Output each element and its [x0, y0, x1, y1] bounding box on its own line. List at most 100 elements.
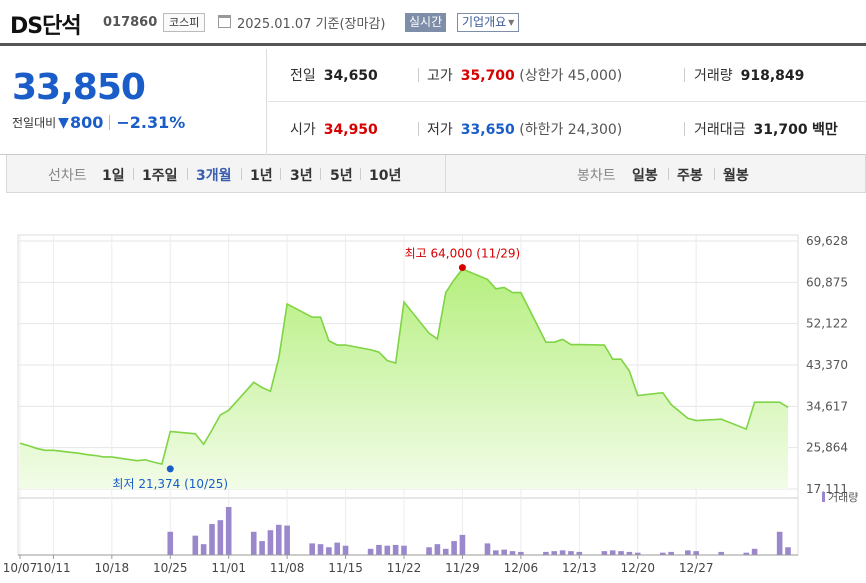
volume-bar — [209, 524, 215, 555]
tab-1week[interactable]: 1주일 — [142, 165, 178, 185]
x-tick-label: 10/07 — [3, 561, 38, 575]
volume-bar — [250, 531, 257, 555]
prev-close-label: 전일 — [290, 68, 316, 84]
tab-separator — [187, 168, 188, 180]
volume-bar — [618, 551, 624, 555]
stock-name: DS단석 — [10, 14, 82, 39]
volume-value: 918,849 — [740, 68, 805, 84]
change-row: 전일대비 ▼ 800 −2.31% — [12, 113, 185, 132]
realtime-button[interactable]: 실시간 — [405, 13, 447, 32]
min-label: 최저 21,374 (10/25) — [112, 477, 228, 491]
low-value: 33,650 — [460, 122, 515, 138]
y-tick-label: 60,875 — [806, 275, 848, 289]
volume-bar — [493, 550, 499, 555]
company-overview-button[interactable]: 기업개요 ▼ — [457, 13, 520, 32]
low-price: 저가 33,650 (하한가 24,300) — [427, 119, 622, 139]
volume-legend-label: 거래량 — [828, 491, 858, 504]
y-tick-label: 43,370 — [806, 358, 848, 372]
change-value: 800 — [69, 113, 104, 132]
reference-date: 2025.01.07 기준(장마감) — [237, 17, 386, 32]
volume-bar — [275, 524, 282, 555]
tab-1day[interactable]: 1일 — [102, 165, 125, 185]
volume-bar — [334, 542, 341, 555]
change-separator — [109, 115, 111, 130]
volume-bar — [785, 547, 791, 555]
volume-bar — [284, 525, 290, 555]
candle-chart-label: 봉차트 — [577, 168, 616, 184]
volume-bar — [376, 544, 382, 555]
low-label: 저가 — [427, 122, 453, 138]
stock-header: DS단석 017860 코스피 2025.01.07 기준(장마감) 실시간 기… — [0, 0, 866, 46]
prev-close-value: 34,650 — [323, 68, 378, 84]
tab-monthly-candle[interactable]: 월봉 — [723, 165, 749, 185]
volume-bar — [501, 549, 507, 555]
volume-bar — [326, 547, 332, 555]
y-tick-label: 25,864 — [806, 441, 848, 455]
lower-limit: (하한가 24,300) — [519, 122, 623, 138]
volume-bar — [167, 531, 174, 555]
volume-label: 거래량 — [694, 68, 733, 84]
high-price: 고가 35,700 (상한가 45,000) — [427, 65, 622, 85]
tab-weekly-candle[interactable]: 주봉 — [677, 165, 703, 185]
amount-value: 31,700 — [753, 122, 808, 138]
tab-separator — [133, 168, 134, 180]
x-tick-label: 12/20 — [620, 561, 655, 575]
volume-bar — [225, 507, 232, 555]
volume-bar — [751, 548, 758, 555]
volume-bar — [568, 551, 574, 555]
y-tick-label: 52,122 — [806, 317, 848, 331]
volume-bar — [267, 530, 274, 555]
tab-1year[interactable]: 1년 — [250, 165, 273, 185]
high-value: 35,700 — [460, 68, 515, 84]
volume-bar — [601, 551, 608, 555]
separator — [418, 122, 419, 136]
x-tick-label: 12/06 — [504, 561, 539, 575]
upper-limit: (상한가 45,000) — [519, 68, 623, 84]
line-chart-label: 선차트 — [48, 168, 87, 184]
x-tick-label: 11/08 — [270, 561, 305, 575]
max-point — [458, 264, 466, 272]
volume-bar — [367, 548, 374, 555]
volume-bar — [559, 550, 566, 555]
min-point — [166, 465, 174, 473]
market-badge: 코스피 — [163, 13, 206, 32]
volume-bar — [609, 550, 616, 555]
separator — [684, 68, 685, 82]
volume-bar — [401, 545, 407, 555]
tab-3year[interactable]: 3년 — [290, 165, 313, 185]
volume-legend-swatch — [822, 492, 825, 502]
tab-separator — [714, 168, 715, 180]
amount-unit: 백만 — [812, 122, 838, 138]
change-rate: −2.31% — [116, 113, 186, 132]
tab-separator — [320, 168, 321, 180]
x-tick-label: 11/22 — [387, 561, 422, 575]
volume-bar — [459, 534, 466, 555]
prev-close: 전일 34,650 — [290, 65, 378, 85]
x-tick-label: 11/29 — [445, 561, 480, 575]
trade-amount: 거래대금 31,700 백만 — [694, 119, 838, 139]
tab-5year[interactable]: 5년 — [330, 165, 353, 185]
volume-bar — [342, 545, 349, 555]
max-label: 최고 64,000 (11/29) — [405, 247, 521, 261]
volume-bar — [426, 547, 432, 555]
x-tick-label: 10/25 — [153, 561, 188, 575]
amount-label: 거래대금 — [694, 122, 746, 138]
down-triangle-icon: ▼ — [58, 114, 69, 131]
tab-3month[interactable]: 3개월 — [196, 165, 232, 185]
open-label: 시가 — [290, 122, 316, 138]
volume-bar — [776, 531, 783, 555]
x-tick-label: 11/01 — [211, 561, 246, 575]
price-chart: 69,62860,87552,12243,37034,61725,86417,1… — [3, 234, 859, 575]
stock-code: 017860 — [103, 15, 158, 30]
volume-bar — [192, 535, 199, 555]
volume-bar — [484, 543, 491, 555]
summary-divider — [268, 101, 866, 102]
tab-daily-candle[interactable]: 일봉 — [632, 165, 658, 185]
volume-bar — [551, 551, 558, 555]
tab-10year[interactable]: 10년 — [369, 165, 401, 185]
chart-tabbar: 선차트 1일 1주일 3개월 1년 3년 5년 10년 봉차트 일봉 주봉 월봉 — [6, 155, 866, 193]
calendar-icon — [218, 15, 231, 28]
open-price: 시가 34,950 — [290, 119, 378, 139]
tab-separator — [668, 168, 669, 180]
volume-bar — [451, 541, 457, 555]
